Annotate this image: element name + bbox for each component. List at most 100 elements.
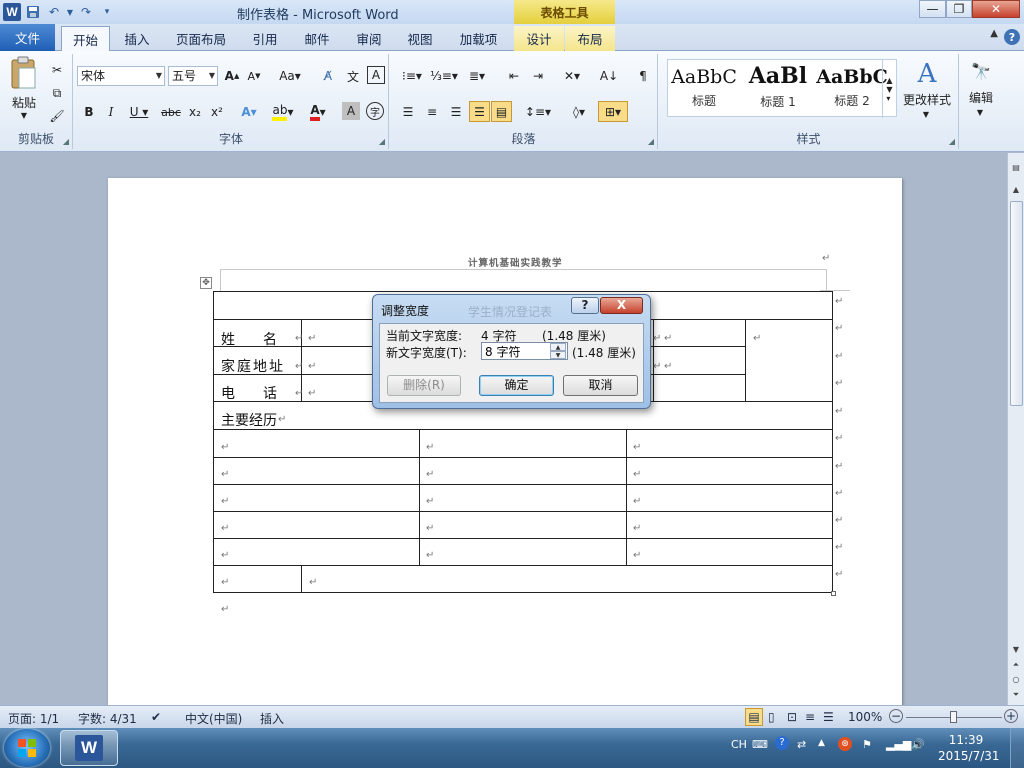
web-layout-icon[interactable]: ⊡	[787, 710, 797, 724]
select-browse-object-icon[interactable]: ○	[1008, 673, 1024, 687]
superscript-icon[interactable]: x²	[208, 102, 226, 122]
show-desktop-button[interactable]	[1010, 728, 1024, 768]
style-title[interactable]: AaBbC 标题	[668, 60, 740, 116]
zoom-in-icon[interactable]: +	[1004, 709, 1018, 723]
change-styles-dropdown-icon[interactable]: ▼	[920, 109, 932, 119]
undo-icon[interactable]: ↶	[45, 3, 63, 21]
align-right-icon[interactable]: ☰	[446, 102, 466, 122]
previous-page-icon[interactable]: ⏶	[1008, 658, 1024, 672]
customize-qat-icon[interactable]: ▾	[98, 3, 116, 21]
tab-page-layout[interactable]: 页面布局	[168, 26, 234, 51]
numbering-icon[interactable]: ⅓≡▾	[430, 66, 458, 86]
font-color-icon[interactable]: A ▾	[304, 102, 332, 122]
show-hidden-icons[interactable]: ▲	[818, 738, 825, 748]
close-button[interactable]: ✕	[972, 0, 1020, 18]
grow-font-icon[interactable]: A ▲	[223, 66, 241, 86]
justify-icon[interactable]: ☰	[469, 101, 490, 122]
dialog-close-button[interactable]: X	[600, 297, 643, 314]
table-move-handle-icon[interactable]: ✥	[200, 277, 212, 289]
taskbar-word-button[interactable]: W	[60, 730, 118, 766]
character-border-icon[interactable]: A	[367, 66, 385, 84]
chinese-layout-icon[interactable]: ✕▾	[558, 66, 586, 86]
tab-insert[interactable]: 插入	[116, 26, 158, 51]
action-center-icon[interactable]: ⚑	[862, 738, 872, 751]
new-width-spinner[interactable]: ▲ ▼	[550, 343, 566, 359]
scroll-down-icon[interactable]: ▼	[1008, 643, 1024, 657]
save-icon[interactable]	[24, 3, 42, 21]
styles-launcher-icon[interactable]: ◢	[949, 137, 955, 146]
decrease-indent-icon[interactable]: ⇤	[504, 66, 524, 86]
clipboard-launcher-icon[interactable]: ◢	[63, 137, 69, 146]
increase-indent-icon[interactable]: ⇥	[528, 66, 548, 86]
zoom-out-icon[interactable]: −	[889, 709, 903, 723]
minimize-button[interactable]: —	[919, 0, 946, 18]
delete-button[interactable]: 删除(R)	[387, 375, 461, 396]
align-center-icon[interactable]: ≡	[422, 102, 442, 122]
change-case-icon[interactable]: Aa▾	[276, 66, 304, 86]
font-size-combo[interactable]: 五号 ▼	[168, 66, 218, 86]
shrink-font-icon[interactable]: A ▼	[245, 66, 263, 86]
paragraph-launcher-icon[interactable]: ◢	[648, 137, 654, 146]
shading-icon[interactable]: ◊▾	[563, 102, 595, 122]
document-page[interactable]: 计算机基础实践教学 ↵ ✥ 姓 名 家庭地址 电 话 主要经历 ↵ ↵ ↵ ↵ …	[108, 178, 902, 718]
tab-review[interactable]: 审阅	[348, 26, 390, 51]
start-button[interactable]	[4, 729, 50, 767]
zoom-slider-thumb[interactable]	[950, 711, 957, 723]
bullets-icon[interactable]: ⁝≡▾	[398, 66, 426, 86]
multilevel-list-icon[interactable]: ≣▾	[462, 66, 492, 86]
style-heading-1[interactable]: AaBl 标题 1	[742, 60, 814, 116]
tab-mailings[interactable]: 邮件	[296, 26, 338, 51]
editing-dropdown-icon[interactable]: ▼	[974, 107, 986, 117]
borders-icon[interactable]: ⊞▾	[598, 101, 628, 122]
ime-options-icon[interactable]: ⇄	[797, 738, 806, 751]
tab-addins[interactable]: 加载项	[451, 26, 506, 51]
paste-dropdown-icon[interactable]: ▼	[18, 110, 30, 120]
ime-indicator[interactable]: CH	[731, 738, 747, 751]
table-resize-handle-icon[interactable]	[831, 591, 836, 596]
editing-button[interactable]: 编辑	[962, 89, 1000, 105]
italic-icon[interactable]: I	[102, 102, 120, 122]
cut-icon[interactable]: ✂	[47, 61, 67, 79]
next-page-icon[interactable]: ⏷	[1008, 688, 1024, 702]
font-size-dropdown-icon[interactable]: ▼	[209, 67, 215, 85]
text-effects-icon[interactable]: A▾	[236, 102, 262, 122]
change-styles-button[interactable]: 更改样式	[898, 91, 956, 107]
change-styles-icon[interactable]: A	[904, 59, 950, 89]
font-launcher-icon[interactable]: ◢	[379, 137, 385, 146]
security-tray-icon[interactable]: ⊛	[838, 737, 852, 751]
character-shading-icon[interactable]: A	[342, 102, 360, 120]
proofing-icon[interactable]: ✔	[151, 710, 161, 724]
outline-icon[interactable]: ≡	[805, 710, 815, 724]
styles-scroll-icon[interactable]: ▲ ▼ ▾	[882, 60, 896, 118]
ime-help-icon[interactable]: ?	[775, 736, 789, 750]
tab-table-design[interactable]: 设计	[514, 26, 564, 51]
vertical-scrollbar[interactable]: ▤ ▲ ▼ ⏶ ○ ⏷	[1007, 153, 1024, 705]
spin-down-icon[interactable]: ▼	[550, 351, 566, 359]
bold-icon[interactable]: B	[80, 102, 98, 122]
subscript-icon[interactable]: x₂	[186, 102, 204, 122]
format-painter-icon[interactable]: 🖌	[47, 107, 67, 125]
strikethrough-icon[interactable]: abc	[160, 102, 182, 122]
page-count[interactable]: 页面: 1/1	[8, 710, 59, 727]
insert-mode[interactable]: 插入	[260, 710, 284, 727]
show-hide-marks-icon[interactable]: ¶	[634, 66, 652, 86]
spin-up-icon[interactable]: ▲	[550, 343, 566, 351]
print-layout-icon[interactable]: ▤	[745, 708, 763, 726]
phonetic-guide-icon[interactable]: 文	[343, 66, 363, 86]
ok-button[interactable]: 确定	[479, 375, 554, 396]
help-icon[interactable]: ?	[1004, 29, 1020, 45]
undo-dropdown-icon[interactable]: ▼	[66, 3, 74, 21]
style-heading-2[interactable]: AaBbC 标题 2	[816, 60, 888, 116]
tab-table-layout[interactable]: 布局	[565, 26, 615, 51]
tab-home[interactable]: 开始	[61, 26, 110, 51]
sort-icon[interactable]: A↓	[598, 66, 620, 86]
word-app-icon[interactable]: W	[3, 3, 21, 21]
cancel-button[interactable]: 取消	[563, 375, 638, 396]
volume-icon[interactable]: 🔊	[911, 738, 925, 751]
tab-references[interactable]: 引用	[244, 26, 286, 51]
align-left-icon[interactable]: ☰	[398, 102, 418, 122]
network-icon[interactable]: ▂▄▆	[886, 738, 911, 751]
highlight-color-icon[interactable]: ab ▾	[268, 102, 298, 122]
copy-icon[interactable]: ⧉	[47, 84, 67, 102]
find-binoculars-icon[interactable]: 🔭	[968, 59, 994, 83]
